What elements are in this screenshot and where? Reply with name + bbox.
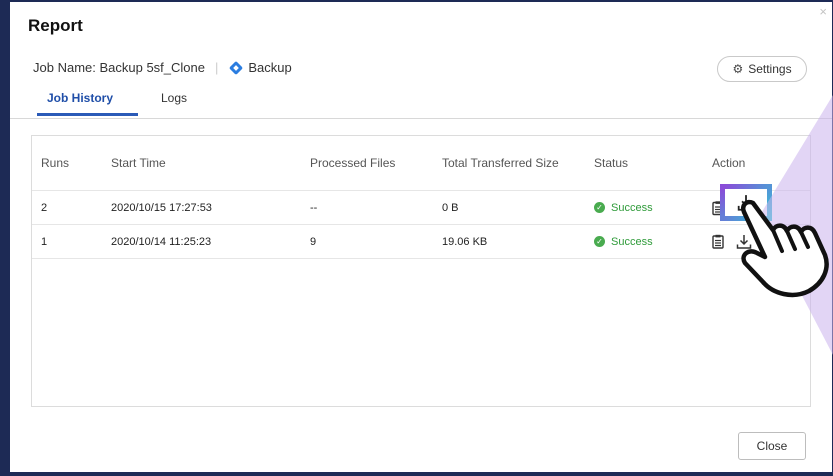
clipboard-icon[interactable] — [712, 234, 724, 249]
header-runs: Runs — [41, 156, 70, 170]
gear-icon: ⚙ — [732, 62, 744, 76]
job-history-table: Runs Start Time Processed Files Total Tr… — [31, 135, 811, 407]
job-info: Job Name: Backup 5sf_Clone | Backup — [33, 60, 292, 75]
status-text: Success — [611, 235, 653, 248]
job-type: Backup — [248, 60, 292, 75]
header-status: Status — [594, 156, 629, 170]
cell-start-time: 2020/10/14 11:25:23 — [111, 235, 212, 248]
tab-job-history[interactable]: Job History — [47, 91, 113, 105]
cell-runs: 1 — [41, 235, 48, 248]
hand-pointer-icon — [741, 199, 829, 298]
tab-bar: Job History Logs — [10, 88, 832, 119]
settings-label: Settings — [748, 62, 792, 76]
cell-processed-files: 9 — [310, 235, 317, 248]
backup-diamond-icon — [229, 60, 244, 75]
cell-processed-files: -- — [310, 201, 318, 214]
settings-button[interactable]: ⚙ Settings — [717, 56, 807, 82]
check-icon: ✓ — [594, 236, 605, 247]
close-button[interactable]: Close — [738, 432, 806, 460]
status-badge: ✓ Success — [594, 202, 653, 214]
cell-transferred-size: 0 B — [442, 201, 459, 214]
status-badge: ✓ Success — [594, 236, 653, 248]
header-processed-files: Processed Files — [310, 156, 396, 170]
header-start-time: Start Time — [111, 156, 166, 170]
cell-runs: 2 — [41, 201, 48, 214]
separator: | — [214, 60, 219, 75]
table-row[interactable]: 1 2020/10/14 11:25:23 9 19.06 KB ✓ Succe… — [32, 225, 810, 259]
tab-logs[interactable]: Logs — [161, 91, 187, 105]
cell-transferred-size: 19.06 KB — [442, 235, 488, 248]
header-action: Action — [712, 156, 746, 170]
table-header: Runs Start Time Processed Files Total Tr… — [32, 136, 810, 191]
cell-start-time: 2020/10/15 17:27:53 — [111, 201, 212, 214]
status-text: Success — [611, 201, 653, 214]
close-icon[interactable]: × — [819, 5, 827, 18]
job-name: Job Name: Backup 5sf_Clone — [33, 60, 205, 75]
active-tab-indicator — [37, 113, 138, 116]
header-transferred-size: Total Transferred Size — [442, 156, 559, 170]
dialog-title: Report — [28, 16, 83, 35]
report-dialog: Report × Job Name: Backup 5sf_Clone | Ba… — [10, 2, 832, 472]
check-icon: ✓ — [594, 202, 605, 213]
table-row[interactable]: 2 2020/10/15 17:27:53 -- 0 B ✓ Success — [32, 191, 810, 225]
